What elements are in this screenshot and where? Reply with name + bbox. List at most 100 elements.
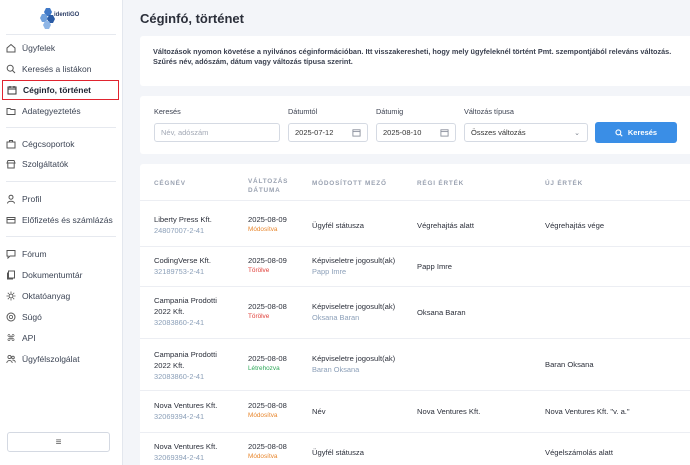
collapse-sidebar-button[interactable]: ≡ — [7, 432, 110, 452]
sidebar-item-label: Dokumentumtár — [22, 270, 83, 280]
sidebar-item-api[interactable]: ⌘ API — [0, 328, 123, 348]
column-header-company[interactable]: CÉGNÉV — [154, 179, 186, 188]
sidebar-item-profil[interactable]: Profil — [0, 189, 123, 209]
modified-field: Név — [312, 407, 326, 416]
sidebar-item-ugyfelek[interactable]: Ügyfelek — [0, 38, 123, 58]
modified-field: Képviseletre jogosult(ak) — [312, 302, 396, 311]
table-row[interactable]: Campania Prodotti 2022 Kft. 32083860-2-4… — [140, 338, 690, 390]
column-header-date-line1: VÁLTOZÁS — [248, 178, 289, 185]
search-button-label: Keresés — [627, 128, 658, 137]
tax-number: 32069394-2-41 — [154, 453, 205, 462]
sidebar-item-label: Céginfo, történet — [23, 85, 91, 95]
modified-field-detail: Papp Imre — [312, 267, 347, 276]
date-from-label: Dátumtól — [288, 107, 318, 116]
sidebar-item-ugyfelszolgalat[interactable]: Ügyfélszolgálat — [0, 349, 123, 369]
card-icon — [6, 215, 16, 225]
search-input[interactable]: Név, adószám — [154, 123, 280, 142]
date-to-label: Dátumig — [376, 107, 404, 116]
briefcase-icon — [6, 139, 16, 149]
new-value: Baran Oksana — [545, 360, 594, 369]
change-type-value: Összes változás — [471, 128, 526, 137]
chat-icon — [6, 249, 16, 259]
user-icon — [6, 194, 16, 204]
status-badge: Módosítva — [248, 453, 278, 460]
search-button[interactable]: Keresés — [595, 122, 677, 143]
identigo-logo[interactable]: identiGO — [40, 6, 80, 30]
sidebar: identiGO Ügyfelek Keresés a listákon Cég… — [0, 0, 123, 465]
search-placeholder: Név, adószám — [161, 128, 209, 137]
sidebar-item-label: Előfizetés és számlázás — [22, 215, 113, 225]
table-row[interactable]: Liberty Press Kft. 24807007-2-41 2025-08… — [140, 200, 690, 246]
folder-icon — [6, 106, 16, 116]
old-value: Oksana Baran — [417, 308, 466, 317]
date-from-field[interactable]: 2025-07-12 — [288, 123, 368, 142]
sidebar-item-forum[interactable]: Fórum — [0, 244, 123, 264]
tax-number: 32189753-2-41 — [154, 267, 205, 276]
calendar-icon[interactable] — [440, 128, 449, 137]
modified-field: Ügyfél státusza — [312, 448, 364, 457]
old-value: Nova Ventures Kft. — [417, 407, 481, 416]
calendar-icon[interactable] — [352, 128, 361, 137]
filter-panel: Keresés Név, adószám Dátumtól 2025-07-12… — [140, 96, 690, 154]
change-date: 2025-08-08 — [248, 401, 287, 410]
sidebar-item-label: Cégcsoportok — [22, 139, 75, 149]
company-name: Campania Prodotti — [154, 350, 217, 359]
company-name: Liberty Press Kft. — [154, 215, 212, 224]
sidebar-item-label: Fórum — [22, 249, 47, 259]
status-badge: Módosítva — [248, 412, 278, 419]
date-from-value: 2025-07-12 — [295, 128, 334, 137]
change-date: 2025-08-08 — [248, 354, 287, 363]
sidebar-item-cegcsoportok[interactable]: Cégcsoportok — [0, 134, 123, 154]
status-badge: Létrehozva — [248, 365, 280, 372]
modified-field: Képviseletre jogosult(ak) — [312, 354, 396, 363]
people-icon — [6, 354, 16, 364]
store-icon — [6, 159, 16, 169]
help-icon — [6, 312, 16, 322]
company-name: Campania Prodotti — [154, 296, 217, 305]
change-type-select[interactable]: Összes változás ⌄ — [464, 123, 588, 142]
sidebar-item-kereses[interactable]: Keresés a listákon — [0, 59, 123, 79]
company-name: Nova Ventures Kft. — [154, 442, 218, 451]
old-value: Végrehajtás alatt — [417, 221, 474, 230]
home-icon — [6, 43, 16, 53]
change-date: 2025-08-09 — [248, 215, 287, 224]
sidebar-item-label: Profil — [22, 194, 42, 204]
sidebar-item-ceginfo[interactable]: Céginfo, történet — [2, 80, 119, 100]
search-icon — [615, 128, 623, 137]
column-header-date[interactable]: VÁLTOZÁS DÁTUMA — [248, 177, 288, 195]
sidebar-item-sugo[interactable]: Súgó — [0, 307, 123, 327]
column-header-new[interactable]: ÚJ ÉRTÉK — [545, 179, 583, 188]
page-title: Céginfó, történet — [140, 11, 244, 26]
sidebar-item-label: Oktatóanyag — [22, 291, 71, 301]
modified-field: Ügyfél státusza — [312, 221, 364, 230]
column-header-date-line2: DÁTUMA — [248, 187, 281, 194]
sidebar-item-label: API — [22, 333, 36, 343]
tax-number: 24807007-2-41 — [154, 226, 205, 235]
sidebar-item-adategyeztetes[interactable]: Adategyeztetés — [0, 101, 123, 121]
menu-icon: ≡ — [55, 436, 62, 448]
sidebar-item-oktatoanyag[interactable]: Oktatóanyag — [0, 286, 123, 306]
sidebar-item-label: Adategyeztetés — [22, 106, 81, 116]
date-to-field[interactable]: 2025-08-10 — [376, 123, 456, 142]
column-header-old[interactable]: RÉGI ÉRTÉK — [417, 179, 464, 188]
column-header-field[interactable]: MÓDOSÍTOTT MEZŐ — [312, 179, 387, 188]
modified-field-detail: Oksana Baran — [312, 313, 360, 322]
table-row[interactable]: Nova Ventures Kft. 32069394-2-41 2025-08… — [140, 390, 690, 432]
sidebar-item-elofizetes[interactable]: Előfizetés és számlázás — [0, 210, 123, 230]
modified-field: Képviseletre jogosult(ak) — [312, 256, 396, 265]
description-card: Változások nyomon követése a nyilvános c… — [140, 36, 690, 86]
sidebar-item-label: Szolgáltatók — [22, 159, 69, 169]
sidebar-item-szolgaltatok[interactable]: Szolgáltatók — [0, 154, 123, 174]
tax-number: 32069394-2-41 — [154, 412, 205, 421]
date-to-value: 2025-08-10 — [383, 128, 422, 137]
table-row[interactable]: Nova Ventures Kft. 32069394-2-41 2025-08… — [140, 432, 690, 465]
change-date: 2025-08-08 — [248, 302, 287, 311]
logo-text: identiGO — [54, 12, 80, 18]
search-label: Keresés — [154, 107, 181, 116]
sidebar-item-dokumentumtar[interactable]: Dokumentumtár — [0, 265, 123, 285]
company-name: CodingVerse Kft. — [154, 256, 211, 265]
table-row[interactable]: CodingVerse Kft. 32189753-2-41 2025-08-0… — [140, 246, 690, 286]
change-date: 2025-08-09 — [248, 256, 287, 265]
table-row[interactable]: Campania Prodotti 2022 Kft. 32083860-2-4… — [140, 286, 690, 338]
calendar-icon — [7, 85, 17, 95]
